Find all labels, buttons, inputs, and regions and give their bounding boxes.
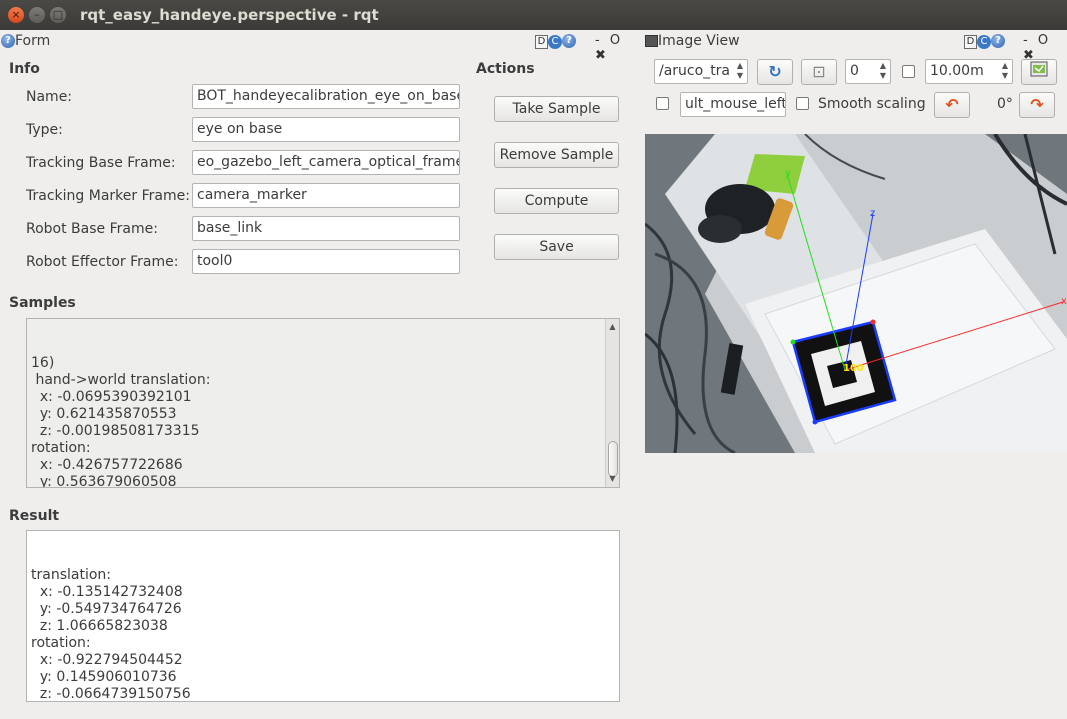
image-view-title: Image View (658, 33, 740, 49)
samples-textbox[interactable]: 16) hand->world translation: x: -0.06953… (26, 318, 620, 488)
window-titlebar: × – □ rqt_easy_handeye.perspective - rqt (0, 0, 1067, 30)
save-image-icon (1030, 61, 1048, 77)
dock-d-icon[interactable]: D (535, 35, 548, 49)
robot-base-frame-label: Robot Base Frame: (26, 221, 158, 237)
reload-plugin-icon[interactable]: C (977, 35, 991, 49)
window-title: rqt_easy_handeye.perspective - rqt (80, 6, 379, 24)
scroll-up-arrow-icon[interactable]: ▲ (606, 321, 619, 333)
zoom-spinbox-value: 0 (850, 63, 859, 79)
window-minimize-button[interactable]: – (29, 7, 45, 23)
dynamic-range-checkbox[interactable] (902, 65, 915, 78)
form-dock-title: Form (15, 33, 51, 49)
image-dock-plugin-buttons: D C? (964, 33, 1005, 49)
take-sample-button[interactable]: Take Sample (494, 96, 619, 122)
smooth-scaling-label: Smooth scaling (818, 96, 926, 112)
robot-effector-frame-field[interactable]: tool0 (192, 249, 460, 274)
compute-button[interactable]: Compute (494, 188, 619, 214)
form-dock-title-group: ? Form (1, 33, 50, 49)
refresh-topics-button[interactable]: ↻ (757, 59, 793, 85)
result-textbox[interactable]: translation: x: -0.135142732408 y: -0.54… (26, 530, 620, 702)
type-label: Type: (26, 122, 63, 138)
image-view-title-group: Image View (645, 33, 740, 49)
topic-select[interactable]: /aruco_tra ▲ ▼ (654, 59, 748, 84)
topic-select-value: /aruco_tra (659, 63, 731, 79)
image-view-dock-header: Image View D C? - O ✖ (645, 33, 1067, 63)
samples-scroll-thumb[interactable] (608, 441, 618, 477)
window-close-button[interactable]: × (8, 7, 24, 23)
result-text: translation: x: -0.135142732408 y: -0.54… (31, 567, 191, 702)
dock-d-icon[interactable]: D (964, 35, 977, 49)
spin-arrows-icon: ▲ ▼ (879, 61, 887, 80)
zoom-fit-button[interactable]: ⊡ (801, 59, 837, 85)
samples-scrollbar[interactable]: ▲ ▼ (605, 319, 619, 487)
save-image-button[interactable] (1021, 59, 1057, 85)
tracking-marker-frame-field[interactable]: camera_marker (192, 183, 460, 208)
info-heading: Info (9, 61, 40, 77)
tracking-base-frame-field[interactable]: eo_gazebo_left_camera_optical_frame (192, 150, 460, 175)
camera-image-render: 100 x y z (645, 134, 1067, 453)
image-view-icon (645, 35, 658, 47)
form-dock-header: ? Form D C? - O ✖ (0, 33, 640, 63)
window-maximize-button[interactable]: □ (50, 7, 66, 23)
x-axis-label: x (1061, 296, 1067, 307)
tracking-base-frame-label: Tracking Base Frame: (26, 155, 176, 171)
samples-text: 16) hand->world translation: x: -0.06953… (31, 355, 211, 488)
y-axis-label: y (785, 168, 791, 179)
rotate-left-button[interactable]: ↶ (934, 92, 970, 118)
type-field[interactable]: eye on base (192, 117, 460, 142)
plugin-help-icon[interactable]: ? (991, 33, 1005, 48)
samples-heading: Samples (9, 295, 76, 311)
rotation-value: 0° (997, 96, 1013, 112)
z-axis-label: z (870, 208, 875, 219)
tracking-marker-frame-label: Tracking Marker Frame: (26, 188, 190, 204)
rotate-right-button[interactable]: ↷ (1019, 92, 1055, 118)
reload-plugin-icon[interactable]: C (548, 35, 562, 49)
remove-sample-button[interactable]: Remove Sample (494, 142, 619, 168)
spin-arrows-icon: ▲ ▼ (1001, 61, 1009, 80)
form-dock-plugin-buttons: D C? (535, 33, 576, 49)
help-icon: ? (1, 34, 15, 48)
robot-effector-frame-label: Robot Effector Frame: (26, 254, 179, 270)
publish-click-checkbox[interactable] (656, 97, 669, 110)
plugin-help-icon[interactable]: ? (562, 33, 576, 48)
actions-heading: Actions (476, 61, 535, 77)
smooth-scaling-checkbox[interactable] (796, 97, 809, 110)
result-heading: Result (9, 508, 60, 524)
camera-image[interactable]: 100 x y z (645, 134, 1067, 453)
save-button[interactable]: Save (494, 234, 619, 260)
marker-id-label: 100 (843, 363, 864, 374)
form-dock-window-controls[interactable]: - O ✖ (595, 33, 640, 63)
max-range-spinbox[interactable]: 10.00m ▲ ▼ (925, 59, 1013, 84)
combo-arrows-icon: ▲ ▼ (736, 61, 744, 80)
max-range-value: 10.00m (930, 63, 984, 79)
robot-base-frame-field[interactable]: base_link (192, 216, 460, 241)
scroll-down-arrow-icon[interactable]: ▼ (606, 473, 619, 485)
mouse-topic-field[interactable]: ult_mouse_left (680, 92, 786, 117)
zoom-spinbox[interactable]: 0 ▲ ▼ (845, 59, 891, 84)
mouse-topic-value: ult_mouse_left (685, 96, 786, 112)
name-field[interactable]: BOT_handeyecalibration_eye_on_base/ (192, 84, 460, 109)
name-label: Name: (26, 89, 73, 105)
